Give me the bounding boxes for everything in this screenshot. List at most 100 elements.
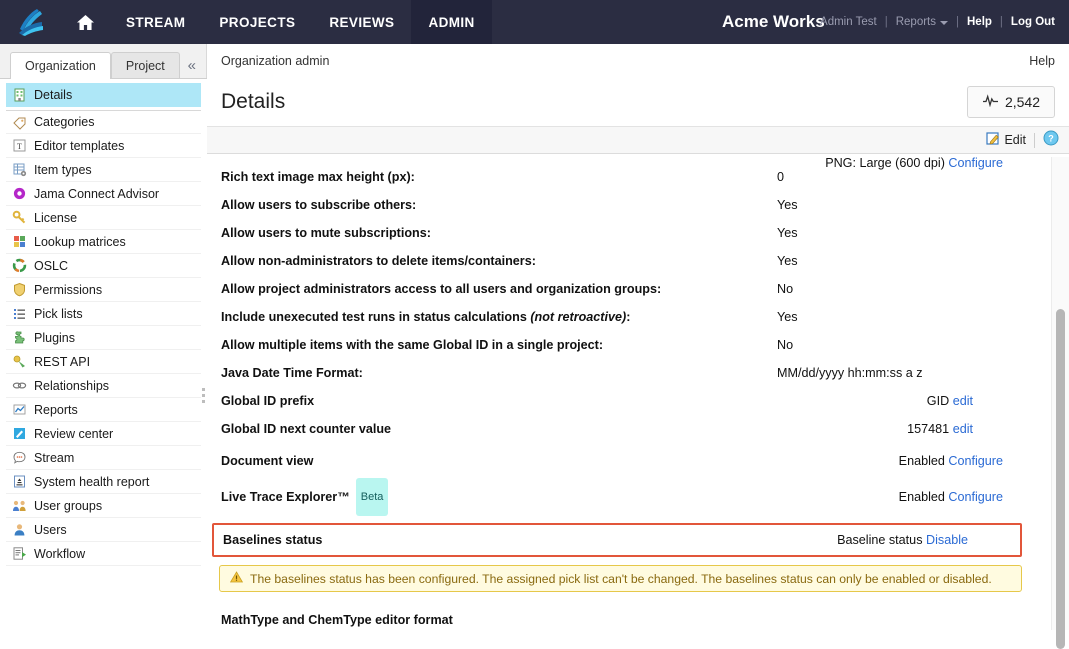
row-action-link[interactable]: edit: [953, 422, 973, 436]
row-action-link[interactable]: Configure: [948, 490, 1003, 504]
current-user-label: Admin Test: [820, 16, 877, 28]
jama-logo-icon[interactable]: [0, 0, 62, 44]
warning-banner: The baselines status has been configured…: [219, 565, 1022, 592]
rest-api-icon: [12, 354, 27, 369]
edit-button[interactable]: Edit: [986, 131, 1026, 149]
warning-triangle-icon: [229, 571, 244, 586]
tab-label: Organization: [25, 59, 96, 73]
page-help-link[interactable]: Help: [1029, 54, 1055, 68]
row-label: Global ID prefix: [221, 394, 315, 408]
page-title-bar: Details 2,542: [207, 78, 1069, 126]
nav-label: PROJECTS: [219, 14, 296, 30]
table-row: Allow multiple items with the same Globa…: [207, 331, 1030, 359]
row-action-link[interactable]: Configure: [948, 454, 1003, 468]
details-list: Rich text image max height (px): 0 Allow…: [207, 157, 1030, 630]
edit-label: Edit: [1004, 133, 1026, 147]
table-row: Document view Enabled Configure: [207, 443, 1030, 479]
sidebar-item-lookup-matrices[interactable]: Lookup matrices: [6, 230, 201, 254]
sidebar-item-label: Lookup matrices: [34, 234, 126, 249]
svg-text:T: T: [17, 142, 22, 151]
page-title: Details: [221, 90, 286, 113]
nav-item-admin[interactable]: ADMIN: [411, 0, 492, 44]
sidebar-item-users[interactable]: Users: [6, 518, 201, 542]
row-label-emphasis: (not retroactive): [530, 310, 627, 324]
sidebar-item-label: Users: [34, 522, 67, 537]
sidebar-item-label: OSLC: [34, 258, 69, 273]
edit-pencil-icon: [986, 131, 1001, 149]
warning-text: The baselines status has been configured…: [250, 571, 992, 586]
svg-text:?: ?: [1048, 133, 1054, 143]
row-value-text: Enabled: [898, 454, 945, 468]
row-value: 0: [777, 170, 785, 184]
admin-sidebar: Organization Project « Details Categorie…: [0, 44, 207, 630]
sidebar-item-oslc[interactable]: OSLC: [6, 254, 201, 278]
activity-stat-value: 2,542: [1004, 94, 1040, 110]
sidebar-item-relationships[interactable]: Relationships: [6, 374, 201, 398]
activity-stat-button[interactable]: 2,542: [966, 86, 1055, 118]
home-icon[interactable]: [62, 0, 109, 44]
sidebar-item-label: Categories: [34, 115, 95, 129]
row-label: MathType and ChemType editor format: [221, 613, 453, 627]
row-value: Baseline status Disable: [837, 533, 968, 547]
sidebar-tabs: Organization Project «: [0, 44, 206, 79]
user-icon: [12, 522, 27, 537]
row-label: Allow project administrators access to a…: [221, 282, 662, 296]
nav-item-stream[interactable]: STREAM: [109, 0, 202, 44]
sidebar-item-permissions[interactable]: Permissions: [6, 278, 201, 302]
sidebar-splitter-handle[interactable]: [200, 374, 207, 416]
row-action-link[interactable]: edit: [953, 394, 973, 408]
row-value: Yes: [777, 254, 798, 268]
nav-item-projects[interactable]: PROJECTS: [202, 0, 312, 44]
sidebar-item-review-center[interactable]: Review center: [6, 422, 201, 446]
reports-menu[interactable]: Reports: [892, 16, 952, 28]
sidebar-item-system-health-report[interactable]: System health report: [6, 470, 201, 494]
table-row: Java Date Time Format: MM/dd/yyyy hh:mm:…: [207, 359, 1030, 387]
scrollbar-thumb[interactable]: [1056, 309, 1065, 649]
row-value-text: PNG: Large (600 dpi): [825, 157, 945, 170]
row-value: Yes: [777, 310, 798, 324]
organization-title: Acme Works: [722, 12, 825, 31]
shield-icon: [12, 282, 27, 297]
sidebar-item-plugins[interactable]: Plugins: [6, 326, 201, 350]
row-action-link[interactable]: Configure: [948, 157, 1003, 170]
sidebar-item-stream[interactable]: Stream: [6, 446, 201, 470]
tag-icon: [12, 115, 27, 130]
row-value: No: [777, 282, 794, 296]
sidebar-item-details[interactable]: Details: [6, 83, 201, 107]
tab-organization[interactable]: Organization: [10, 52, 111, 79]
table-row: Global ID prefix GID edit: [207, 387, 1030, 415]
baselines-status-highlight: Baselines status Baseline status Disable: [212, 523, 1022, 557]
vertical-scrollbar[interactable]: [1051, 157, 1069, 649]
sidebar-item-categories[interactable]: Categories: [6, 110, 201, 134]
nav-label: STREAM: [126, 14, 186, 30]
nav-item-reviews[interactable]: REVIEWS: [312, 0, 411, 44]
sidebar-item-workflow[interactable]: Workflow: [6, 542, 201, 566]
question-circle-icon[interactable]: ?: [1043, 130, 1059, 151]
sidebar-item-label: Reports: [34, 402, 78, 417]
review-pencil-icon: [12, 426, 27, 441]
sidebar-item-label: Details: [34, 87, 73, 102]
tab-project[interactable]: Project: [110, 52, 180, 79]
chevron-double-left-icon[interactable]: «: [188, 58, 196, 73]
sidebar-item-license[interactable]: License: [6, 206, 201, 230]
chevron-down-icon: [940, 21, 948, 25]
row-label: Allow users to mute subscriptions:: [221, 226, 431, 240]
sidebar-item-user-groups[interactable]: User groups: [6, 494, 201, 518]
nav-label: REVIEWS: [329, 14, 395, 30]
sidebar-item-jama-connect-advisor[interactable]: Jama Connect Advisor: [6, 182, 201, 206]
sidebar-item-item-types[interactable]: Item types: [6, 158, 201, 182]
baseline-status-disable-link[interactable]: Disable: [926, 533, 968, 547]
sidebar-item-rest-api[interactable]: REST API: [6, 350, 201, 374]
sidebar-item-reports[interactable]: Reports: [6, 398, 201, 422]
log-out-link[interactable]: Log Out: [1007, 16, 1059, 28]
sidebar-item-label: Editor templates: [34, 138, 125, 153]
table-row: Allow users to mute subscriptions: Yes: [207, 219, 1030, 247]
help-link[interactable]: Help: [963, 16, 996, 28]
row-label: Live Trace Explorer™ Beta: [221, 478, 771, 517]
sidebar-item-label: Pick lists: [34, 306, 83, 321]
table-row: Live Trace Explorer™ Beta Enabled Configu…: [207, 478, 1030, 517]
table-row: MathType and ChemType editor format PNG:…: [207, 157, 1030, 630]
sidebar-item-pick-lists[interactable]: Pick lists: [6, 302, 201, 326]
row-value: Yes: [777, 226, 798, 240]
sidebar-item-editor-templates[interactable]: T Editor templates: [6, 134, 201, 158]
